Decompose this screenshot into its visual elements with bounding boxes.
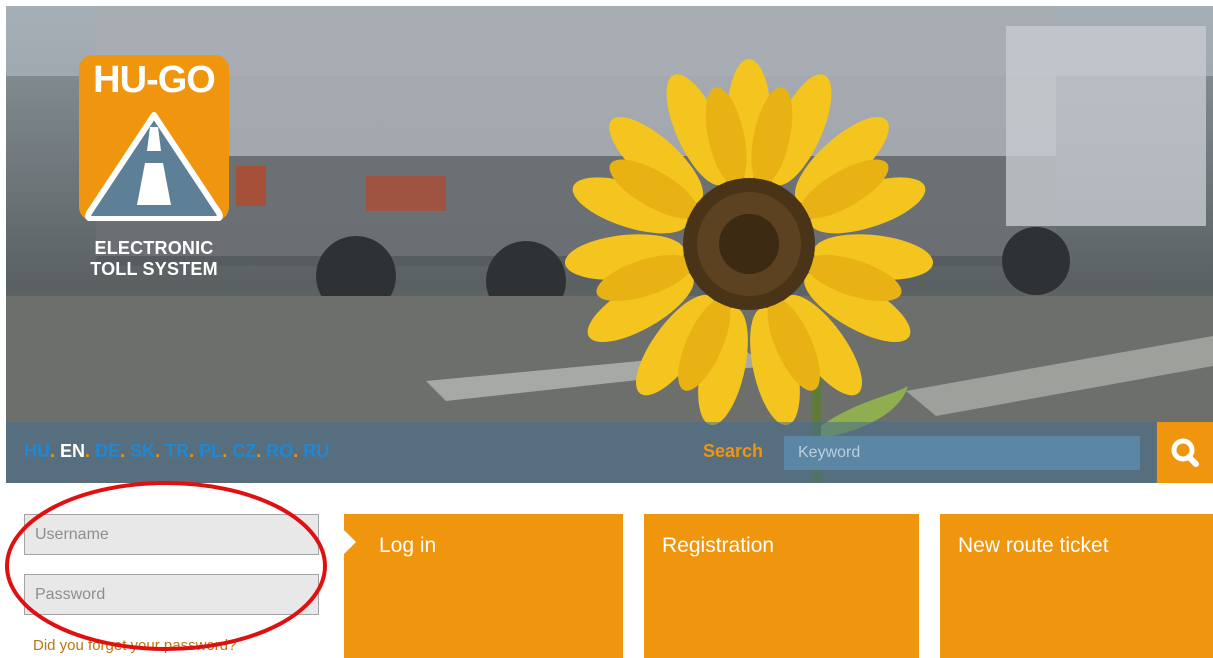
language-separator: . xyxy=(120,441,126,461)
language-selector: HU. EN. DE. SK. TR. PL. CZ. RO. RU xyxy=(24,441,329,462)
search-input[interactable] xyxy=(784,436,1140,470)
username-field[interactable] xyxy=(24,514,319,555)
language-link-tr[interactable]: TR xyxy=(165,441,189,461)
language-separator: . xyxy=(293,441,299,461)
logo-caption-line2: TOLL SYSTEM xyxy=(90,259,218,279)
language-link-de[interactable]: DE xyxy=(95,441,120,461)
search-label: Search xyxy=(703,441,764,461)
login-tile-pointer xyxy=(344,530,356,554)
language-separator: . xyxy=(256,441,262,461)
language-link-sk[interactable]: SK xyxy=(130,441,155,461)
road-triangle-icon xyxy=(85,112,223,221)
logo-badge: HU-GO xyxy=(79,55,229,221)
language-link-ro[interactable]: RO xyxy=(266,441,293,461)
language-link-pl[interactable]: PL xyxy=(199,441,222,461)
logo-caption: ELECTRONIC TOLL SYSTEM xyxy=(79,238,229,280)
new-route-ticket-tile[interactable]: New route ticket xyxy=(940,514,1213,658)
login-tile-label: Log in xyxy=(379,534,437,557)
login-tile[interactable]: Log in xyxy=(344,514,623,658)
registration-tile-label: Registration xyxy=(662,534,775,557)
search-button[interactable] xyxy=(1157,422,1213,483)
language-separator: . xyxy=(222,441,228,461)
new-route-ticket-tile-label: New route ticket xyxy=(958,534,1109,557)
language-separator: . xyxy=(50,441,56,461)
red-highlight-ellipse xyxy=(5,481,327,651)
language-separator: . xyxy=(189,441,195,461)
logo-caption-line1: ELECTRONIC xyxy=(94,238,214,258)
registration-tile[interactable]: Registration xyxy=(644,514,919,658)
forgot-password-link[interactable]: Did you forget your password? xyxy=(33,637,236,654)
language-separator: . xyxy=(85,441,91,461)
language-link-en[interactable]: EN xyxy=(60,441,85,461)
hero-banner: HU-GO ELECTRONIC TOLL SYSTEM xyxy=(6,6,1213,483)
language-separator: . xyxy=(155,441,161,461)
language-link-hu[interactable]: HU xyxy=(24,441,50,461)
password-field[interactable] xyxy=(24,574,319,615)
hu-go-logo[interactable]: HU-GO ELECTRONIC TOLL SYSTEM xyxy=(79,55,229,280)
search-icon xyxy=(1171,438,1199,467)
language-link-ru[interactable]: RU xyxy=(303,441,329,461)
language-link-cz[interactable]: CZ xyxy=(232,441,256,461)
